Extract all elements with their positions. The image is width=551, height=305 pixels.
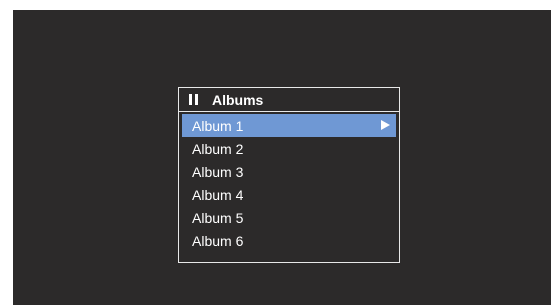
album-item[interactable]: Album 1 [182, 114, 396, 137]
play-arrow-icon [381, 120, 390, 130]
album-item[interactable]: Album 2 [182, 137, 396, 160]
album-item[interactable]: Album 3 [182, 160, 396, 183]
album-label: Album 1 [192, 117, 244, 134]
album-label: Album 4 [192, 186, 244, 203]
album-list: Album 1 Album 2 Album 3 Album 4 Album 5 … [182, 114, 396, 252]
album-item[interactable]: Album 4 [182, 183, 396, 206]
album-label: Album 6 [192, 232, 244, 249]
album-label: Album 5 [192, 209, 244, 226]
player-screen: Albums Album 1 Album 2 Album 3 Album 4 A… [13, 10, 551, 305]
menu-title: Albums [212, 91, 264, 108]
album-item[interactable]: Album 5 [182, 206, 396, 229]
albums-menu: Albums Album 1 Album 2 Album 3 Album 4 A… [178, 87, 400, 263]
album-label: Album 2 [192, 140, 244, 157]
album-item[interactable]: Album 6 [182, 229, 396, 252]
pause-icon [189, 94, 198, 105]
menu-header: Albums [179, 88, 399, 112]
album-label: Album 3 [192, 163, 244, 180]
